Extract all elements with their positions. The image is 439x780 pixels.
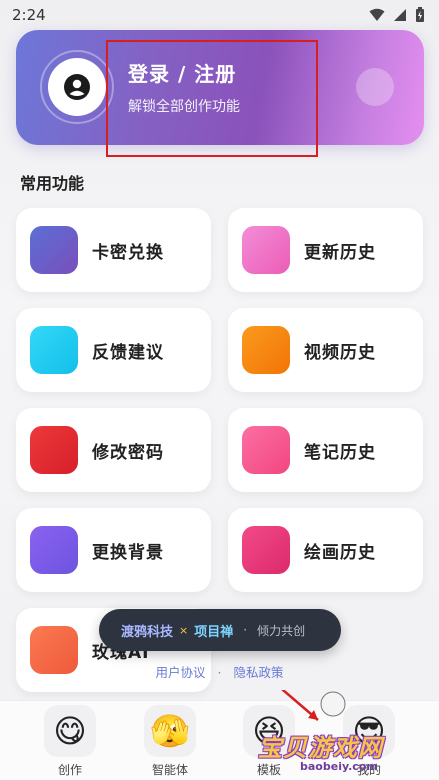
nav-item-create[interactable]: 😋 创作 — [30, 701, 110, 780]
footer-links: 用户协议 · 隐私政策 — [0, 662, 439, 681]
decorative-circle — [356, 68, 394, 106]
login-subtitle: 解锁全部创作功能 — [128, 99, 240, 115]
laughing-face-icon: 😆 — [243, 705, 295, 757]
profile-icon: 😎 — [343, 705, 395, 757]
video-history-icon — [242, 326, 290, 374]
bottom-nav: 😋 创作 🫣 智能体 😆 模板 😎 我的 — [0, 700, 439, 780]
nav-label: 智能体 — [151, 763, 188, 777]
user-icon — [64, 74, 90, 100]
feature-label: 修改密码 — [92, 442, 164, 463]
feature-card-change-password[interactable]: 修改密码 — [16, 408, 211, 492]
avatar[interactable] — [48, 58, 106, 116]
login-title[interactable]: 登录 / 注册 — [128, 58, 236, 87]
feature-card-update-history[interactable]: 更新历史 — [228, 208, 423, 292]
update-history-icon — [242, 226, 290, 274]
feature-card-note-history[interactable]: 笔记历史 — [228, 408, 423, 492]
feature-label: 更新历史 — [304, 242, 376, 263]
feature-label: 视频历史 — [304, 342, 376, 363]
toast-separator: × — [179, 623, 189, 637]
credit-toast: 渡鸦科技 × 项目禅 · 倾力共创 — [99, 609, 341, 651]
nav-label: 创作 — [57, 763, 82, 777]
toast-tagline: 倾力共创 — [257, 623, 306, 638]
face-with-hands-icon: 🫣 — [144, 705, 196, 757]
feature-card-video-history[interactable]: 视频历史 — [228, 308, 423, 392]
user-agreement-link[interactable]: 用户协议 — [156, 665, 206, 680]
avatar-ring — [40, 50, 114, 124]
feature-label: 笔记历史 — [304, 442, 376, 463]
feature-label: 更换背景 — [92, 542, 164, 563]
feature-card-redeem[interactable]: 卡密兑换 — [16, 208, 211, 292]
toast-dot: · — [243, 623, 248, 637]
nav-item-mine[interactable]: 😎 我的 — [329, 701, 409, 780]
feedback-icon — [30, 326, 78, 374]
nav-label: 模板 — [256, 763, 281, 777]
nav-item-template[interactable]: 😆 模板 — [229, 701, 309, 780]
toast-project: 项目禅 — [194, 624, 234, 640]
feature-label: 卡密兑换 — [92, 242, 164, 263]
footer-separator: · — [217, 665, 222, 680]
note-history-icon — [242, 426, 290, 474]
privacy-policy-link[interactable]: 隐私政策 — [233, 665, 283, 680]
nav-label: 我的 — [356, 763, 381, 777]
signal-icon — [394, 9, 406, 21]
status-time: 2:24 — [12, 6, 46, 24]
status-bar: 2:24 — [0, 0, 439, 30]
feature-label: 绘画历史 — [304, 542, 376, 563]
login-banner[interactable]: 登录 / 注册 解锁全部创作功能 — [16, 30, 424, 145]
status-icons — [369, 7, 425, 23]
battery-icon — [416, 7, 424, 22]
toast-brand: 渡鸦科技 — [121, 624, 174, 640]
grinning-face-icon: 😋 — [44, 705, 96, 757]
nav-item-agent[interactable]: 🫣 智能体 — [130, 701, 210, 780]
feature-label: 反馈建议 — [92, 342, 164, 363]
change-background-icon — [30, 526, 78, 574]
drawing-history-icon — [242, 526, 290, 574]
section-title: 常用功能 — [20, 174, 85, 193]
feature-card-drawing-history[interactable]: 绘画历史 — [228, 508, 423, 592]
wifi-icon — [369, 8, 385, 21]
change-password-icon — [30, 426, 78, 474]
feature-card-feedback[interactable]: 反馈建议 — [16, 308, 211, 392]
redeem-icon — [30, 226, 78, 274]
feature-card-change-background[interactable]: 更换背景 — [16, 508, 211, 592]
